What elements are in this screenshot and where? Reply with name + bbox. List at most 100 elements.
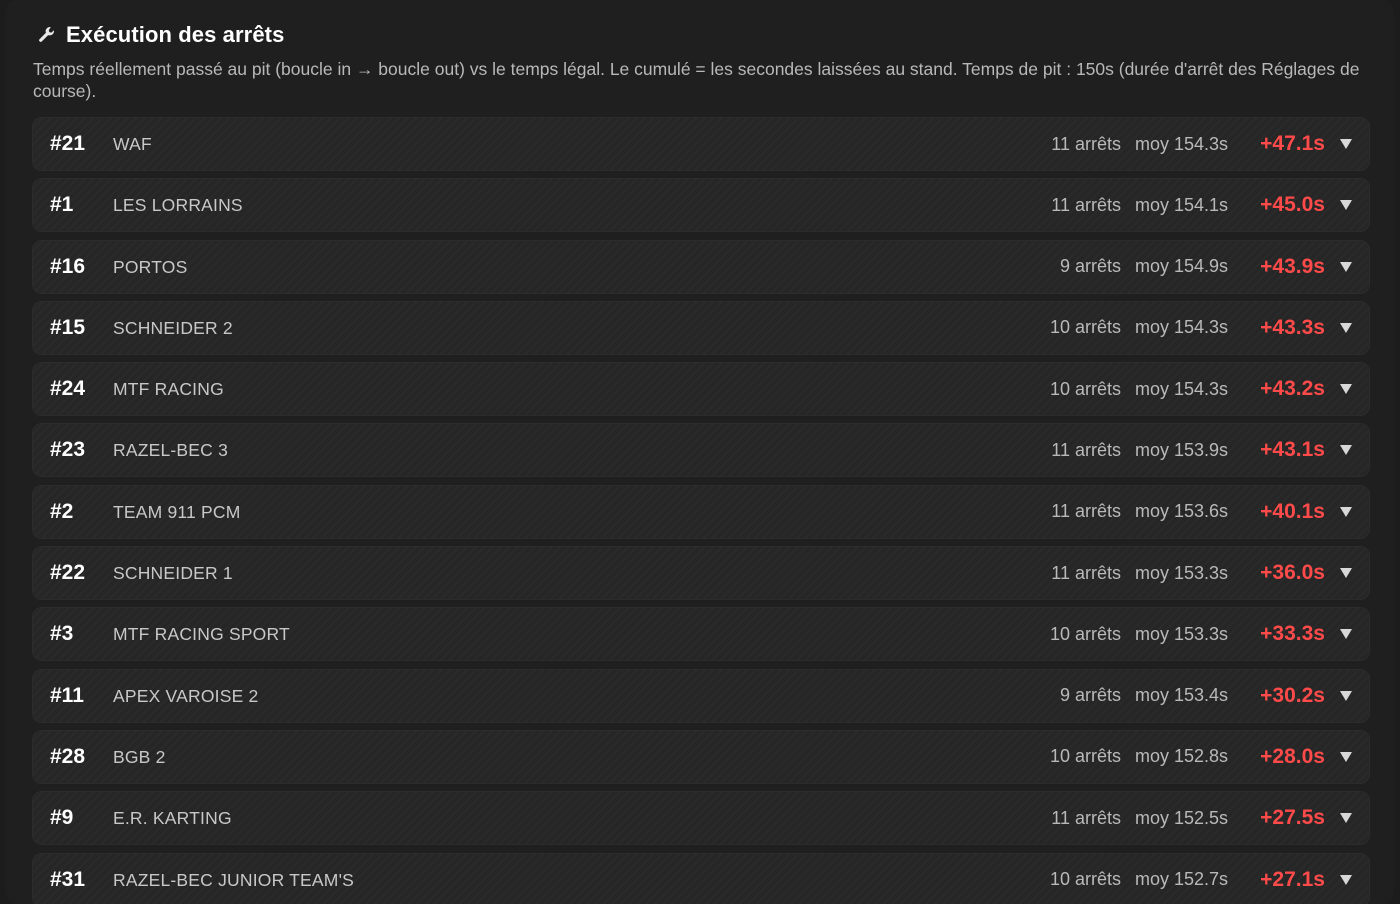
row-stats: 9 arrêts moy 154.9s +43.9s (1060, 241, 1353, 293)
stops-count: 11 arrêts (1051, 562, 1121, 583)
kart-number: #31 (50, 867, 86, 891)
average-time: moy 154.1s (1135, 194, 1229, 215)
cumulative-delta: +47.1s (1260, 132, 1325, 155)
team-name: MTF RACING (113, 379, 224, 400)
team-row[interactable]: #2 TEAM 911 PCM 11 arrêts moy 153.6s +40… (32, 484, 1370, 539)
team-name: MTF RACING SPORT (113, 624, 290, 645)
cumulative-delta: +45.0s (1260, 193, 1325, 217)
average-time: moy 153.4s (1135, 685, 1229, 706)
team-row[interactable]: #16 PORTOS 9 arrêts moy 154.9s +43.9s (32, 239, 1370, 294)
row-stats: 11 arrêts moy 153.3s +36.0s (1051, 547, 1353, 599)
stops-count: 11 arrêts (1051, 133, 1121, 154)
pit-execution-panel: Exécution des arrêts Temps réellement pa… (6, 0, 1394, 904)
stops-count: 10 arrêts (1049, 378, 1121, 399)
kart-number: #3 (50, 622, 74, 646)
kart-number: #15 (50, 315, 86, 339)
row-stats: 11 arrêts moy 154.3s +47.1s (1051, 118, 1353, 170)
expand-toggle-icon[interactable] (1339, 382, 1353, 396)
expand-toggle-icon[interactable] (1339, 198, 1353, 212)
team-name: SCHNEIDER 1 (113, 563, 233, 584)
average-time: moy 154.3s (1135, 133, 1229, 154)
team-name: APEX VAROISE 2 (113, 685, 259, 706)
kart-number: #11 (50, 683, 84, 707)
team-name: SCHNEIDER 2 (113, 317, 233, 338)
row-stats: 10 arrêts moy 154.3s +43.2s (1050, 363, 1353, 415)
team-row[interactable]: #21 WAF 11 arrêts moy 154.3s +47.1s (32, 117, 1370, 171)
cumulative-delta: +43.3s (1260, 315, 1325, 339)
cumulative-delta: +43.2s (1260, 377, 1325, 401)
stops-count: 10 arrêts (1049, 317, 1121, 338)
team-name: E.R. KARTING (113, 808, 232, 829)
stops-count: 9 arrêts (1059, 685, 1121, 706)
team-name: LES LORRAINS (113, 195, 243, 216)
row-stats: 10 arrêts moy 154.3s +43.3s (1050, 302, 1353, 354)
average-time: moy 153.3s (1135, 623, 1229, 644)
section-header: Exécution des arrêts (36, 22, 284, 48)
expand-toggle-icon[interactable] (1339, 505, 1353, 519)
average-time: moy 153.6s (1135, 501, 1229, 522)
team-row[interactable]: #15 SCHNEIDER 2 10 arrêts moy 154.3s +43… (32, 300, 1370, 355)
cumulative-delta: +27.5s (1260, 806, 1325, 830)
expand-toggle-icon[interactable] (1339, 566, 1353, 580)
average-time: moy 153.9s (1135, 439, 1229, 460)
team-name: WAF (113, 134, 152, 154)
team-row[interactable]: #1 LES LORRAINS 11 arrêts moy 154.1s +45… (32, 178, 1370, 233)
cumulative-delta: +43.1s (1260, 438, 1325, 462)
row-stats: 11 arrêts moy 153.9s +43.1s (1051, 424, 1353, 476)
stops-count: 10 arrêts (1049, 623, 1121, 644)
team-row[interactable]: #28 BGB 2 10 arrêts moy 152.8s +28.0s (32, 729, 1370, 784)
team-name: TEAM 911 PCM (113, 501, 241, 522)
kart-number: #22 (50, 561, 86, 585)
kart-number: #1 (50, 193, 74, 217)
team-name: BGB 2 (113, 746, 166, 767)
expand-toggle-icon[interactable] (1339, 137, 1353, 151)
cumulative-delta: +36.0s (1260, 561, 1325, 585)
stops-count: 9 arrêts (1059, 256, 1121, 277)
expand-toggle-icon[interactable] (1339, 750, 1353, 764)
average-time: moy 154.3s (1135, 378, 1229, 399)
stops-count: 11 arrêts (1051, 501, 1121, 522)
average-time: moy 152.7s (1135, 869, 1229, 890)
stops-count: 11 arrêts (1051, 439, 1121, 460)
average-time: moy 154.9s (1135, 256, 1229, 277)
kart-number: #23 (50, 438, 86, 462)
expand-toggle-icon[interactable] (1339, 321, 1353, 335)
team-row[interactable]: #23 RAZEL-BEC 3 11 arrêts moy 153.9s +43… (32, 423, 1370, 478)
expand-toggle-icon[interactable] (1339, 689, 1353, 703)
team-row[interactable]: #9 E.R. KARTING 11 arrêts moy 152.5s +27… (32, 791, 1370, 846)
stops-count: 10 arrêts (1049, 746, 1121, 767)
stops-count: 11 arrêts (1051, 194, 1121, 215)
kart-number: #9 (50, 806, 74, 830)
cumulative-delta: +28.0s (1260, 744, 1325, 768)
row-stats: 11 arrêts moy 152.5s +27.5s (1051, 792, 1353, 844)
kart-number: #28 (50, 744, 86, 768)
team-name: RAZEL-BEC 3 (113, 440, 229, 461)
team-row[interactable]: #24 MTF RACING 10 arrêts moy 154.3s +43.… (32, 362, 1370, 417)
row-stats: 11 arrêts moy 154.1s +45.0s (1051, 179, 1353, 231)
team-list: #21 WAF 11 arrêts moy 154.3s +47.1s #1 L… (32, 117, 1370, 904)
team-row[interactable]: #22 SCHNEIDER 1 11 arrêts moy 153.3s +36… (32, 546, 1370, 601)
cumulative-delta: +30.2s (1260, 683, 1325, 707)
expand-toggle-icon[interactable] (1339, 260, 1353, 274)
kart-number: #21 (50, 132, 86, 155)
stops-count: 10 arrêts (1049, 869, 1121, 890)
average-time: moy 153.3s (1135, 562, 1229, 583)
expand-toggle-icon[interactable] (1339, 811, 1353, 825)
cumulative-delta: +33.3s (1260, 622, 1325, 646)
row-stats: 10 arrêts moy 153.3s +33.3s (1050, 608, 1353, 660)
team-row[interactable]: #11 APEX VAROISE 2 9 arrêts moy 153.4s +… (32, 668, 1370, 723)
average-time: moy 154.3s (1135, 317, 1229, 338)
cumulative-delta: +40.1s (1260, 499, 1325, 523)
section-title: Exécution des arrêts (66, 22, 285, 47)
kart-number: #16 (50, 254, 86, 278)
section-description: Temps réellement passé au pit (boucle in… (33, 59, 1360, 101)
row-stats: 11 arrêts moy 153.6s +40.1s (1051, 486, 1353, 538)
expand-toggle-icon[interactable] (1339, 873, 1353, 887)
row-stats: 10 arrêts moy 152.7s +27.1s (1050, 854, 1353, 904)
cumulative-delta: +27.1s (1260, 867, 1325, 891)
team-row[interactable]: #3 MTF RACING SPORT 10 arrêts moy 153.3s… (32, 607, 1370, 662)
stops-count: 11 arrêts (1051, 807, 1121, 828)
expand-toggle-icon[interactable] (1339, 627, 1353, 641)
expand-toggle-icon[interactable] (1339, 443, 1353, 457)
team-row[interactable]: #31 RAZEL-BEC JUNIOR TEAM'S 10 arrêts mo… (32, 852, 1370, 904)
